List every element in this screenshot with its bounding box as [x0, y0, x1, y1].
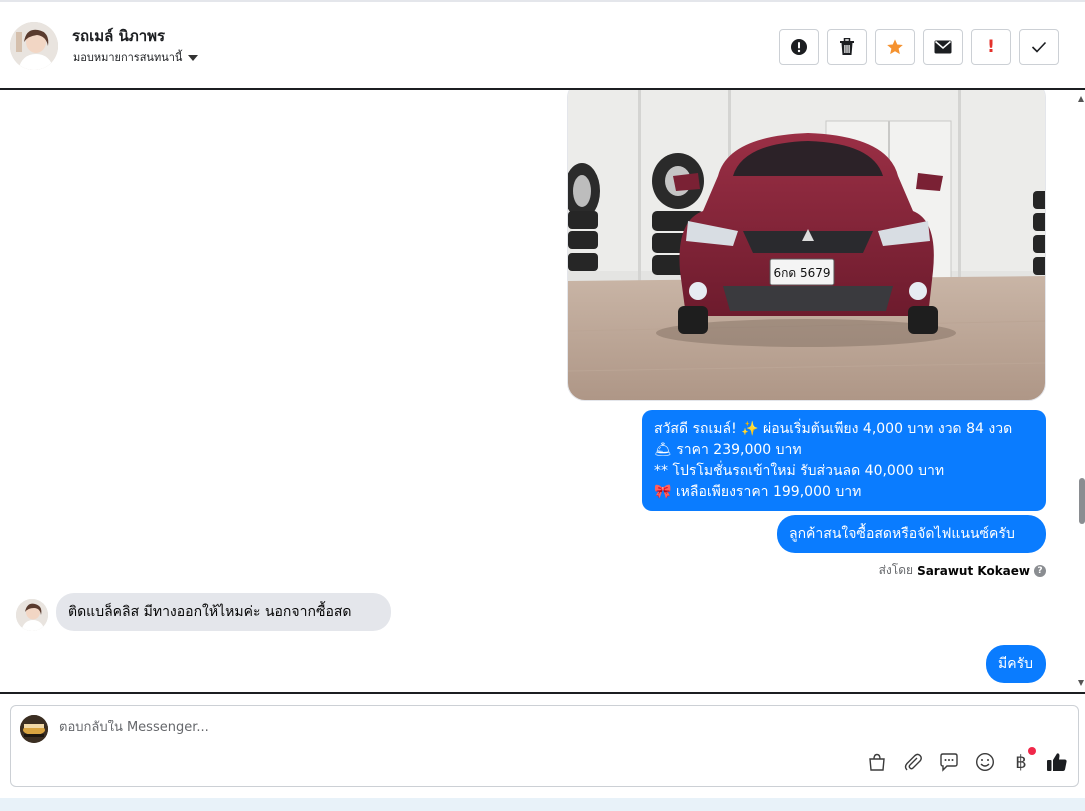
- thread-scrollbar[interactable]: [1077, 90, 1085, 692]
- check-icon: [1031, 41, 1047, 53]
- chat-bubble-icon: [940, 753, 958, 772]
- bottom-strip: [0, 798, 1085, 811]
- report-button[interactable]: [779, 29, 819, 65]
- incoming-message: ติดแบล็คลิส มีทางออกให้ไหมค่ะ นอกจากซื้อ…: [56, 593, 391, 631]
- page-avatar: [20, 715, 48, 743]
- mark-spam-button[interactable]: !: [971, 29, 1011, 65]
- message-image-car[interactable]: 6กด 5679: [567, 90, 1046, 401]
- scroll-up-arrow-icon[interactable]: [1078, 96, 1084, 102]
- contact-name: รถเมล์ นิภาพร: [72, 27, 166, 45]
- contact-avatar-small: [16, 599, 48, 631]
- message-thread: 6กด 5679 สวัสดี รถเมล์! ✨ ผ่อนเริ่มต้นเพ…: [0, 90, 1085, 692]
- promo-line-1: สวัสดี รถเมล์! ✨ ผ่อนเริ่มต้นเพียง 4,000…: [654, 421, 1013, 437]
- composer-toolbar: ฿: [866, 747, 1068, 773]
- conversation-header: รถเมล์ นิภาพร มอบหมายการสนทนานี้ !: [0, 0, 1085, 90]
- conversation-toolbar: !: [779, 29, 1059, 65]
- assign-conversation-dropdown[interactable]: มอบหมายการสนทนานี้: [73, 48, 199, 66]
- sent-by-label: ส่งโดย Sarawut Kokaew ?: [879, 561, 1046, 580]
- notification-dot: [1028, 747, 1036, 755]
- scroll-thumb[interactable]: [1079, 478, 1085, 524]
- sent-by-name: Sarawut Kokaew: [917, 563, 1030, 578]
- license-plate-text: 6กด 5679: [773, 266, 830, 280]
- reply-input[interactable]: [59, 720, 859, 735]
- outgoing-message-promo: สวัสดี รถเมล์! ✨ ผ่อนเริ่มต้นเพียง 4,000…: [642, 410, 1046, 511]
- payment-button[interactable]: ฿: [1010, 747, 1036, 773]
- star-button[interactable]: [875, 29, 915, 65]
- outgoing-message-reply: มีครับ: [986, 645, 1046, 683]
- promo-line-3: ** โปรโมชั่นรถเข้าใหม่ รับส่วนลด 40,000 …: [654, 463, 945, 479]
- contact-avatar[interactable]: [10, 22, 58, 70]
- reply-composer: ฿: [10, 705, 1079, 787]
- star-icon: [887, 39, 903, 55]
- mark-done-button[interactable]: [1019, 29, 1059, 65]
- attach-button[interactable]: [902, 751, 924, 773]
- promo-line-2: 🛎 ราคา 239,000 บาท: [654, 442, 802, 458]
- trash-icon: [840, 38, 854, 55]
- paperclip-icon: [904, 753, 922, 771]
- chevron-down-icon: [188, 54, 199, 61]
- help-icon[interactable]: ?: [1034, 564, 1046, 577]
- saved-replies-button[interactable]: [938, 751, 960, 773]
- promo-line-4: 🎀 เหลือเพียงราคา 199,000 บาท: [654, 484, 862, 500]
- scroll-down-arrow-icon[interactable]: [1078, 680, 1084, 686]
- like-button[interactable]: [1046, 751, 1068, 773]
- exclamation-icon: !: [987, 37, 995, 57]
- alert-circle-icon: [791, 39, 807, 55]
- smiley-icon: [975, 752, 995, 772]
- shop-button[interactable]: [866, 751, 888, 773]
- delete-button[interactable]: [827, 29, 867, 65]
- thread-divider: [0, 692, 1085, 694]
- envelope-icon: [934, 40, 952, 54]
- bag-icon: [869, 753, 885, 771]
- assign-label: มอบหมายการสนทนานี้: [73, 51, 183, 64]
- baht-icon: ฿: [1015, 751, 1027, 773]
- emoji-button[interactable]: [974, 751, 996, 773]
- outgoing-message-question: ลูกค้าสนใจซื้อสดหรือจัดไฟแนนซ์ครับ: [777, 515, 1046, 553]
- thumbs-up-icon: [1047, 753, 1067, 771]
- sent-by-prefix: ส่งโดย: [878, 563, 914, 577]
- mark-unread-button[interactable]: [923, 29, 963, 65]
